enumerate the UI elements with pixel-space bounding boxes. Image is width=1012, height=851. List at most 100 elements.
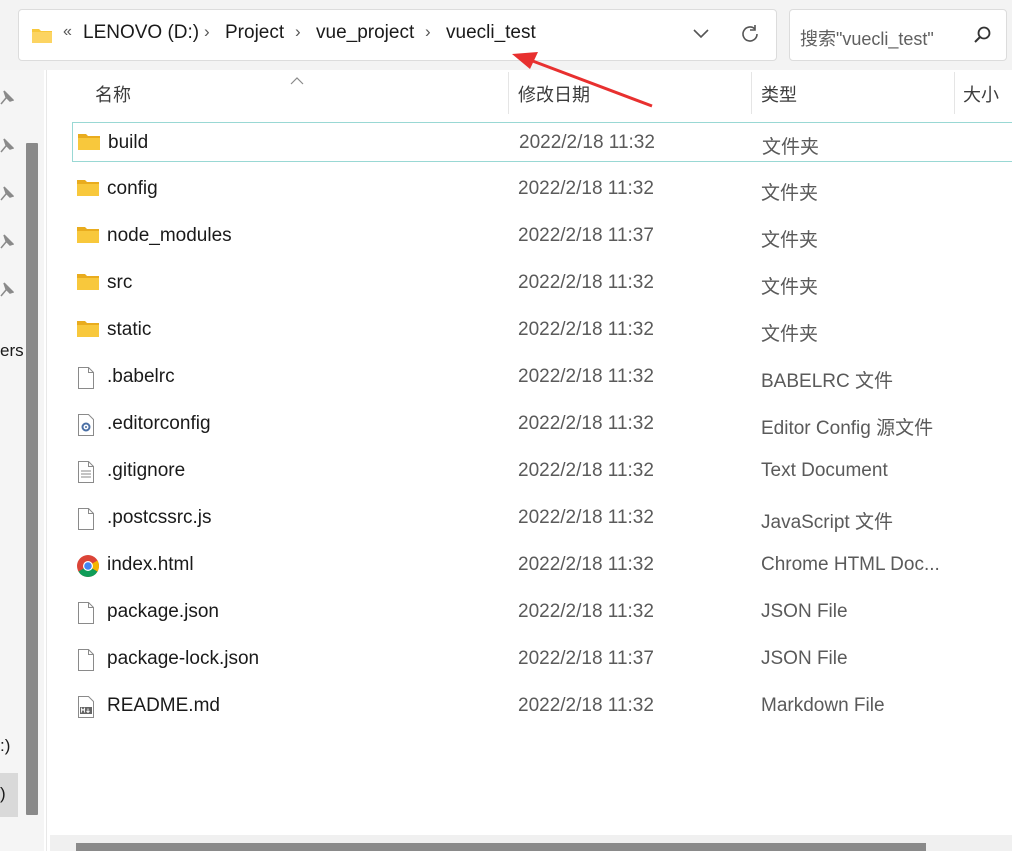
file-type: Editor Config 源文件: [761, 418, 934, 439]
file-row[interactable]: node_modules 2022/2/18 11:37 文件夹: [72, 216, 1012, 256]
file-row[interactable]: static 2022/2/18 11:32 文件夹: [72, 310, 1012, 350]
address-toolbar: « LENOVO (D:) › Project › vue_project › …: [0, 0, 1012, 70]
nav-item-label[interactable]: :): [0, 736, 10, 756]
folder-icon: [76, 319, 100, 344]
file-name: package-lock.json: [107, 648, 260, 669]
folder-icon: [77, 132, 101, 157]
folder-icon: [76, 225, 100, 250]
pin-icon[interactable]: [0, 282, 15, 303]
file-modified-date: 2022/2/18 11:32: [518, 366, 654, 387]
text-file-icon: [76, 460, 96, 489]
breadcrumb-current-folder[interactable]: vuecli_test: [446, 22, 536, 44]
file-name: .babelrc: [107, 366, 175, 387]
file-type: JSON File: [761, 601, 848, 622]
file-row[interactable]: build 2022/2/18 11:32 文件夹: [72, 122, 1012, 162]
file-name: node_modules: [107, 225, 232, 246]
file-type: 文件夹: [761, 230, 819, 251]
column-header-size[interactable]: 大小: [963, 81, 999, 107]
file-icon: [76, 601, 96, 630]
file-name: .gitignore: [107, 460, 186, 481]
breadcrumb-overflow-button[interactable]: «: [63, 23, 72, 41]
search-placeholder: 搜索"vuecli_test": [800, 29, 934, 49]
file-type: 文件夹: [762, 137, 820, 158]
file-row[interactable]: src 2022/2/18 11:32 文件夹: [72, 263, 1012, 303]
sort-ascending-icon: [290, 72, 304, 90]
pin-icon[interactable]: [0, 186, 15, 207]
file-name: config: [107, 178, 158, 199]
file-icon: [76, 366, 96, 395]
file-name: src: [107, 272, 133, 293]
file-row[interactable]: .babelrc 2022/2/18 11:32 BABELRC 文件: [72, 357, 1012, 397]
file-row[interactable]: .gitignore 2022/2/18 11:32 Text Document: [72, 451, 1012, 491]
file-modified-date: 2022/2/18 11:37: [518, 648, 654, 669]
file-modified-date: 2022/2/18 11:32: [519, 132, 655, 153]
file-row[interactable]: README.md 2022/2/18 11:32 Markdown File: [72, 686, 1012, 726]
breadcrumb-separator-icon[interactable]: ›: [295, 22, 301, 42]
column-divider[interactable]: [751, 72, 752, 114]
file-name: index.html: [107, 554, 194, 575]
breadcrumb-separator-icon[interactable]: ›: [425, 22, 431, 42]
file-name: .editorconfig: [107, 413, 211, 434]
file-type: 文件夹: [761, 183, 819, 204]
folder-icon: [31, 26, 53, 49]
file-type: Text Document: [761, 460, 888, 481]
horizontal-scrollbar-thumb[interactable]: [76, 843, 926, 851]
nav-scrollbar[interactable]: [26, 143, 38, 815]
file-icon: [76, 507, 96, 536]
pin-icon[interactable]: [0, 234, 15, 255]
nav-item-label[interactable]: ): [0, 784, 6, 804]
pin-icon[interactable]: [0, 138, 15, 159]
file-row[interactable]: package.json 2022/2/18 11:32 JSON File: [72, 592, 1012, 632]
column-header-type[interactable]: 类型: [761, 81, 797, 107]
file-type: JavaScript 文件: [761, 512, 893, 533]
refresh-icon[interactable]: [739, 23, 761, 50]
chrome-icon: [76, 554, 100, 583]
file-modified-date: 2022/2/18 11:32: [518, 272, 654, 293]
file-modified-date: 2022/2/18 11:32: [518, 601, 654, 622]
file-modified-date: 2022/2/18 11:32: [518, 319, 654, 340]
file-modified-date: 2022/2/18 11:32: [518, 460, 654, 481]
address-bar[interactable]: « LENOVO (D:) › Project › vue_project › …: [18, 9, 777, 61]
column-header-date[interactable]: 修改日期: [518, 81, 590, 107]
search-input[interactable]: 搜索"vuecli_test": [789, 9, 1007, 61]
file-type: JSON File: [761, 648, 848, 669]
search-icon[interactable]: [973, 25, 993, 50]
file-row[interactable]: .editorconfig 2022/2/18 11:32 Editor Confi…: [72, 404, 1012, 444]
breadcrumb-project[interactable]: Project: [225, 22, 284, 44]
column-header-name[interactable]: 名称: [95, 81, 131, 107]
pin-icon[interactable]: [0, 90, 15, 111]
file-name: static: [107, 319, 152, 340]
column-divider[interactable]: [508, 72, 509, 114]
file-row[interactable]: .postcssrc.js 2022/2/18 11:32 JavaScript 文…: [72, 498, 1012, 538]
pane-divider[interactable]: [46, 70, 47, 851]
file-type: 文件夹: [761, 324, 819, 345]
file-name: package.json: [107, 601, 219, 622]
breadcrumb-separator-icon[interactable]: ›: [204, 22, 210, 42]
folder-icon: [76, 178, 100, 203]
file-type: 文件夹: [761, 277, 819, 298]
chevron-down-icon[interactable]: [692, 24, 710, 47]
file-modified-date: 2022/2/18 11:32: [518, 507, 654, 528]
file-modified-date: 2022/2/18 11:37: [518, 225, 654, 246]
file-modified-date: 2022/2/18 11:32: [518, 695, 654, 716]
column-divider[interactable]: [954, 72, 955, 114]
config-file-icon: [76, 413, 96, 442]
file-modified-date: 2022/2/18 11:32: [518, 413, 654, 434]
folder-icon: [76, 272, 100, 297]
file-type: Chrome HTML Doc...: [761, 554, 940, 575]
markdown-file-icon: [76, 695, 96, 724]
file-modified-date: 2022/2/18 11:32: [518, 554, 654, 575]
file-row[interactable]: config 2022/2/18 11:32 文件夹: [72, 169, 1012, 209]
nav-item-label[interactable]: ers: [0, 341, 24, 361]
file-modified-date: 2022/2/18 11:32: [518, 178, 654, 199]
breadcrumb-vue-project[interactable]: vue_project: [316, 22, 414, 44]
file-name: .postcssrc.js: [107, 507, 212, 528]
file-row[interactable]: index.html 2022/2/18 11:32 Chrome HTML Doc…: [72, 545, 1012, 585]
file-row[interactable]: package-lock.json 2022/2/18 11:37 JSON Fil…: [72, 639, 1012, 679]
file-type: Markdown File: [761, 695, 885, 716]
breadcrumb-drive[interactable]: LENOVO (D:): [83, 22, 199, 44]
file-name: build: [108, 132, 149, 153]
file-type: BABELRC 文件: [761, 371, 893, 392]
file-name: README.md: [107, 695, 220, 716]
file-icon: [76, 648, 96, 677]
